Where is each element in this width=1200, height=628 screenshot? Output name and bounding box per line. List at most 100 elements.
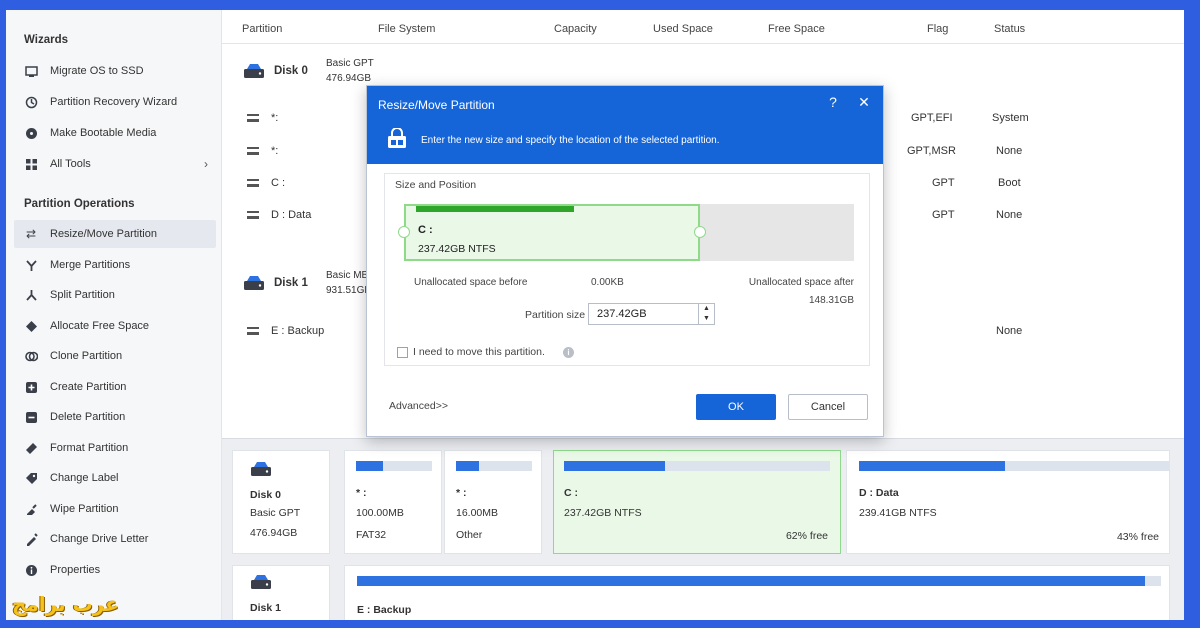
col-free-space[interactable]: Free Space	[768, 23, 825, 35]
right-resize-handle[interactable]	[694, 226, 706, 238]
disk0-map-card[interactable]: Disk 0 Basic GPT 476.94GB	[232, 450, 330, 554]
stepper-buttons: ▲ ▼	[698, 304, 714, 324]
sidebar-item-merge[interactable]: Merge Partitions	[14, 251, 216, 279]
dialog-header: Resize/Move Partition ? ✕ Enter the new …	[367, 86, 883, 164]
ok-button[interactable]: OK	[696, 394, 776, 420]
partition-status: None	[996, 145, 1023, 157]
disk1-name[interactable]: Disk 1	[274, 277, 308, 289]
usage-fill	[859, 461, 1005, 471]
partition-icon	[247, 179, 259, 187]
sidebar-item-label: Make Bootable Media	[50, 127, 157, 139]
disk-icon	[244, 64, 264, 78]
partition-flag: GPT,MSR	[907, 145, 956, 157]
clone-icon	[24, 349, 38, 363]
col-flag[interactable]: Flag	[927, 23, 948, 35]
sidebar-item-label: Migrate OS to SSD	[50, 65, 144, 77]
resize-icon: ⇄	[25, 227, 37, 241]
sidebar-item-create[interactable]: Create Partition	[14, 373, 216, 401]
map-partition-card[interactable]: * : 100.00MB FAT32	[344, 450, 442, 554]
create-icon	[24, 380, 38, 394]
properties-icon	[24, 563, 38, 577]
sidebar-item-properties[interactable]: Properties	[14, 556, 216, 584]
map-disk-name: Disk 1	[250, 602, 281, 614]
partition-operations-title: Partition Operations	[24, 198, 135, 210]
partition-icon	[247, 327, 259, 335]
advanced-link[interactable]: Advanced>>	[389, 400, 448, 412]
watermark-logo: عرب برامج	[12, 592, 119, 616]
map-partition-card[interactable]: D : Data 239.41GB NTFS 43% free	[846, 450, 1170, 554]
partition-status: None	[996, 325, 1023, 337]
sidebar-item-clone[interactable]: Clone Partition	[14, 342, 216, 370]
sidebar-item-label: All Tools	[50, 158, 91, 170]
col-partition[interactable]: Partition	[242, 23, 282, 35]
split-icon	[24, 288, 38, 302]
map-partition-name: * :	[356, 487, 367, 499]
partition-size-value[interactable]: 237.42GB	[597, 308, 647, 320]
dialog-description: Enter the new size and specify the locat…	[421, 135, 720, 146]
sidebar-item-allocate[interactable]: Allocate Free Space	[14, 312, 216, 340]
col-status[interactable]: Status	[994, 23, 1025, 35]
disk0-name[interactable]: Disk 0	[274, 65, 308, 77]
sidebar-item-label: Clone Partition	[50, 350, 123, 362]
usage-bar	[357, 576, 1161, 586]
col-capacity[interactable]: Capacity	[554, 23, 597, 35]
close-icon[interactable]: ✕	[855, 94, 873, 111]
disk1-map-card[interactable]: Disk 1	[232, 565, 330, 620]
partition-flag: GPT	[932, 209, 955, 221]
stepper-up-icon[interactable]: ▲	[699, 304, 714, 314]
map-partition-free: 62% free	[785, 530, 828, 542]
sidebar-item-partition-recovery[interactable]: Partition Recovery Wizard	[14, 88, 216, 116]
disk-icon	[244, 276, 264, 290]
move-partition-label[interactable]: I need to move this partition.	[413, 346, 545, 358]
sidebar-item-label: Wipe Partition	[50, 503, 119, 515]
partition-status: Boot	[998, 177, 1021, 189]
sidebar-item-bootable-media[interactable]: Make Bootable Media	[14, 119, 216, 147]
map-partition-card[interactable]: * : 16.00MB Other	[444, 450, 542, 554]
partition-name: *:	[271, 112, 279, 124]
stepper-down-icon[interactable]: ▼	[699, 314, 714, 324]
map-partition-card-selected[interactable]: C : 237.42GB NTFS 62% free	[553, 450, 841, 554]
usage-fill	[456, 461, 479, 471]
sidebar-item-drive-letter[interactable]: Change Drive Letter	[14, 525, 216, 553]
partition-name: D : Data	[271, 209, 312, 221]
map-partition-name: E : Backup	[357, 604, 412, 616]
partition-name: C :	[271, 177, 286, 189]
sidebar-item-all-tools[interactable]: All Tools ›	[14, 150, 216, 178]
sidebar-item-split[interactable]: Split Partition	[14, 281, 216, 309]
disk1-type: Basic MB	[326, 270, 369, 281]
move-partition-checkbox[interactable]	[397, 347, 408, 358]
partition-size-stepper[interactable]: 237.42GB ▲ ▼	[588, 303, 715, 325]
slider-partition-name: C :	[418, 224, 433, 236]
used-space-bar	[416, 206, 574, 212]
usage-bar	[356, 461, 432, 471]
unalloc-after-value[interactable]: 148.31GB	[809, 295, 854, 306]
col-used-space[interactable]: Used Space	[653, 23, 713, 35]
left-resize-handle[interactable]	[398, 226, 410, 238]
help-icon[interactable]: ?	[824, 94, 842, 110]
partition-icon	[247, 114, 259, 122]
merge-icon	[24, 258, 38, 272]
sidebar-item-resize-move[interactable]: ⇄ Resize/Move Partition	[14, 220, 216, 248]
sidebar-item-wipe[interactable]: Wipe Partition	[14, 495, 216, 523]
sidebar-item-change-label[interactable]: Change Label	[14, 464, 216, 492]
unalloc-before-value[interactable]: 0.00KB	[591, 277, 624, 288]
sidebar-item-label: Resize/Move Partition	[50, 228, 157, 240]
map-partition-size: 237.42GB NTFS	[564, 507, 642, 519]
sidebar-item-format[interactable]: Format Partition	[14, 434, 216, 462]
map-partition-size: 16.00MB	[456, 507, 499, 519]
partition-slider-block[interactable]: C : 237.42GB NTFS	[404, 204, 700, 261]
sidebar-item-migrate-os[interactable]: Migrate OS to SSD	[14, 57, 216, 85]
info-icon[interactable]: i	[563, 347, 574, 358]
partition-flag: GPT,EFI	[911, 112, 953, 124]
usage-fill	[357, 576, 1145, 586]
map-partition-card[interactable]: E : Backup	[344, 565, 1170, 620]
col-file-system[interactable]: File System	[378, 23, 435, 35]
drive-letter-icon	[24, 532, 38, 546]
partition-slider-track[interactable]: C : 237.42GB NTFS	[404, 204, 854, 261]
label-icon	[24, 471, 38, 485]
disk0-type: Basic GPT	[326, 58, 374, 69]
sidebar-item-delete[interactable]: Delete Partition	[14, 403, 216, 431]
sidebar-item-label: Change Label	[50, 472, 119, 484]
cancel-button[interactable]: Cancel	[788, 394, 868, 420]
slider-partition-info: 237.42GB NTFS	[418, 243, 496, 255]
